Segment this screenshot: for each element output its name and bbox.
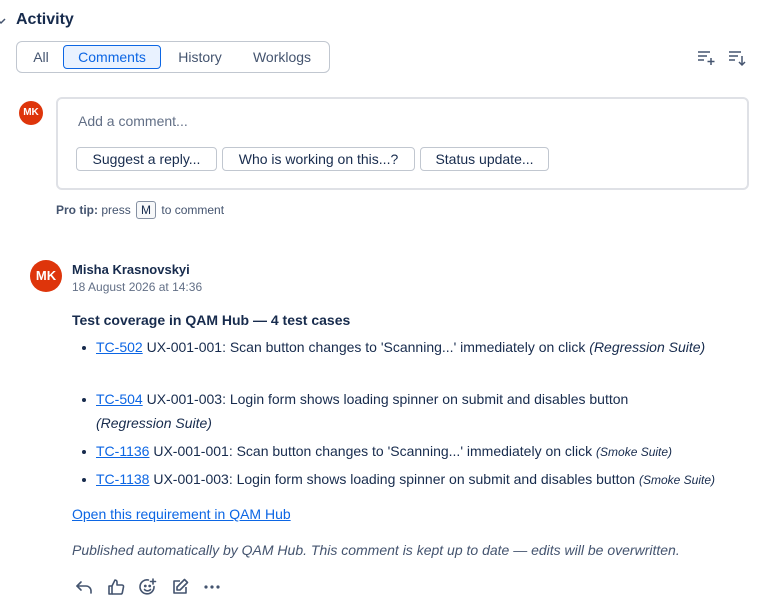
auto-publish-note: Published automatically by QAM Hub. This… [72,542,680,558]
pro-tip: Pro tip: press M to comment [56,201,224,219]
pro-tip-text-before: press [101,203,131,217]
tab-comments[interactable]: Comments [63,45,161,69]
list-bullet [82,478,86,482]
test-case-text: UX-001-003: Login form shows loading spi… [146,391,629,407]
more-icon[interactable] [202,577,222,597]
who-is-working-button[interactable]: Who is working on this...? [222,147,415,171]
test-case-link[interactable]: TC-1136 [96,443,149,459]
activity-tabs: All Comments History Worklogs [16,41,330,73]
edit-icon[interactable] [170,577,190,597]
comment-author-name[interactable]: Misha Krasnovskyi [72,262,190,277]
like-icon[interactable] [106,577,126,597]
test-suite-label: (Smoke Suite) [638,473,715,487]
list-bullet [82,346,86,350]
list-item: TC-504 UX-001-003: Login form shows load… [96,389,628,409]
reply-icon[interactable] [74,577,94,597]
comment-timestamp[interactable]: 18 August 2026 at 14:36 [72,280,202,294]
test-case-text: UX-001-003: Login form shows loading spi… [153,471,636,487]
pro-tip-text-after: to comment [161,203,225,217]
test-case-link[interactable]: TC-502 [96,339,143,355]
sort-descending-icon[interactable] [726,46,748,68]
list-item: TC-1136 UX-001-001: Scan button changes … [96,441,672,462]
list-item: TC-1138 UX-001-003: Login form shows loa… [96,469,715,490]
test-case-link[interactable]: TC-504 [96,391,143,407]
keyboard-shortcut-key: M [136,201,157,219]
list-bullet [82,398,86,402]
suggest-reply-button[interactable]: Suggest a reply... [76,147,217,171]
test-suite-label: (Regression Suite) [96,415,212,431]
section-title: Activity [16,11,74,28]
comment-author-avatar[interactable]: MK [30,260,62,292]
collapse-chevron-icon[interactable] [0,14,6,28]
test-suite-label-wrapped: (Regression Suite) [96,413,212,433]
avatar: MK [19,101,43,125]
pro-tip-label: Pro tip: [56,203,98,217]
test-suite-label: (Regression Suite) [589,339,706,355]
tab-all[interactable]: All [23,45,59,69]
comment-editor[interactable] [56,97,749,190]
tab-worklogs[interactable]: Worklogs [241,45,323,69]
test-case-text: UX-001-001: Scan button changes to 'Scan… [146,339,586,355]
list-bullet [82,450,86,454]
list-item: TC-502 UX-001-001: Scan button changes t… [96,337,705,357]
sort-add-icon[interactable] [695,46,717,68]
test-case-link[interactable]: TC-1138 [96,471,149,487]
open-requirement-link[interactable]: Open this requirement in QAM Hub [72,506,291,522]
comment-input-placeholder[interactable]: Add a comment... [78,113,188,129]
add-reaction-icon[interactable] [138,577,158,597]
tab-history[interactable]: History [167,45,233,69]
comment-heading: Test coverage in QAM Hub — 4 test cases [72,312,351,328]
test-suite-label: (Smoke Suite) [596,445,673,459]
test-case-text: UX-001-001: Scan button changes to 'Scan… [153,443,593,459]
status-update-button[interactable]: Status update... [420,147,549,171]
